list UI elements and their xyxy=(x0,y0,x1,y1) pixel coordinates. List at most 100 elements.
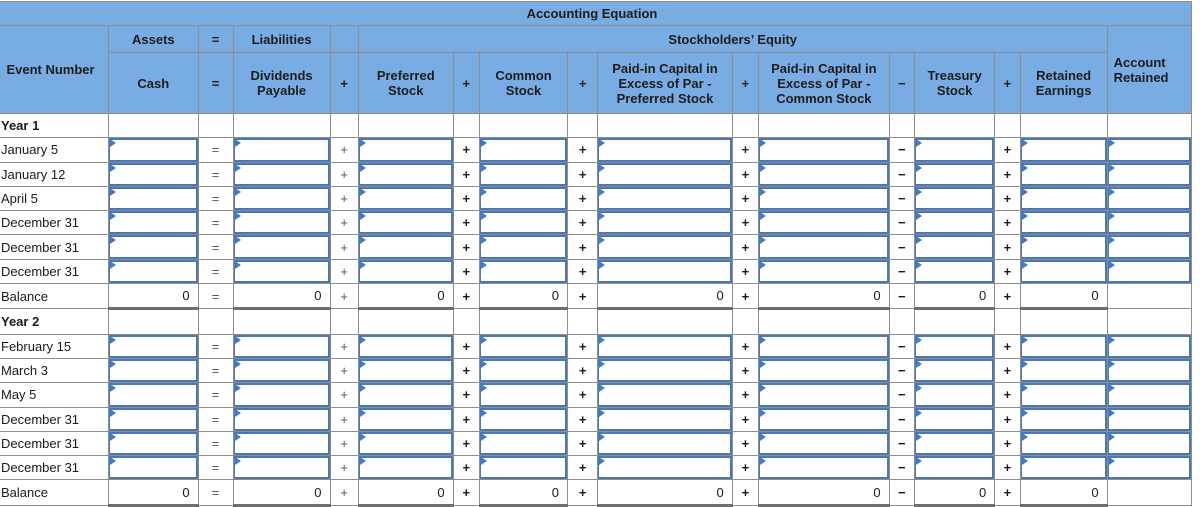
common-stock-input[interactable] xyxy=(480,260,567,283)
common-stock-cell[interactable] xyxy=(479,430,568,457)
account-retained-input[interactable] xyxy=(1108,211,1191,234)
preferred-stock-input[interactable] xyxy=(359,432,453,455)
pic-common-cell[interactable] xyxy=(758,210,890,236)
pic-preferred-cell[interactable] xyxy=(597,161,733,187)
cash-cell[interactable] xyxy=(108,234,199,260)
cash-input[interactable] xyxy=(109,432,198,455)
pic-preferred-cell[interactable] xyxy=(597,333,733,359)
common-stock-input[interactable] xyxy=(480,408,567,431)
retained-earnings-cell[interactable] xyxy=(1019,333,1108,359)
common-stock-cell[interactable] xyxy=(479,406,568,432)
dividends-payable-input[interactable] xyxy=(234,187,330,210)
account-retained-input[interactable] xyxy=(1108,187,1191,210)
cash-input[interactable] xyxy=(109,163,198,186)
pic-preferred-input[interactable] xyxy=(598,432,732,455)
preferred-stock-cell[interactable] xyxy=(357,455,454,481)
dividends-payable-input[interactable] xyxy=(234,335,330,358)
pic-preferred-cell[interactable] xyxy=(597,382,733,408)
pic-preferred-input[interactable] xyxy=(598,163,732,186)
account-retained-input[interactable] xyxy=(1108,260,1191,283)
treasury-stock-cell[interactable] xyxy=(914,406,996,432)
account-retained-cell[interactable] xyxy=(1106,161,1193,187)
cash-input[interactable] xyxy=(109,383,198,407)
dividends-payable-cell[interactable] xyxy=(232,357,331,384)
account-retained-input[interactable] xyxy=(1108,456,1191,479)
cash-cell[interactable] xyxy=(108,406,199,432)
preferred-stock-cell[interactable] xyxy=(357,137,454,163)
treasury-stock-input[interactable] xyxy=(915,383,994,407)
pic-preferred-input[interactable] xyxy=(598,335,732,358)
dividends-payable-cell[interactable] xyxy=(232,161,331,187)
dividends-payable-cell[interactable] xyxy=(232,333,331,359)
treasury-stock-input[interactable] xyxy=(915,335,994,358)
account-retained-input[interactable] xyxy=(1108,432,1191,455)
treasury-stock-cell[interactable] xyxy=(914,185,996,212)
retained-earnings-input[interactable] xyxy=(1021,211,1107,234)
treasury-stock-input[interactable] xyxy=(915,456,994,479)
dividends-payable-input[interactable] xyxy=(234,260,330,283)
account-retained-input[interactable] xyxy=(1108,138,1191,162)
common-stock-input[interactable] xyxy=(480,456,567,479)
retained-earnings-cell[interactable] xyxy=(1019,455,1108,481)
treasury-stock-input[interactable] xyxy=(915,211,994,234)
pic-preferred-cell[interactable] xyxy=(597,406,733,432)
pic-common-cell[interactable] xyxy=(758,137,890,163)
retained-earnings-input[interactable] xyxy=(1021,359,1107,382)
pic-preferred-input[interactable] xyxy=(598,235,732,259)
cash-cell[interactable] xyxy=(108,430,199,457)
common-stock-cell[interactable] xyxy=(479,382,568,408)
account-retained-cell[interactable] xyxy=(1106,333,1193,359)
cash-cell[interactable] xyxy=(108,455,199,481)
cash-cell[interactable] xyxy=(108,185,199,212)
cash-input[interactable] xyxy=(109,335,198,358)
cash-cell[interactable] xyxy=(108,210,199,236)
account-retained-cell[interactable] xyxy=(1106,430,1193,457)
retained-earnings-cell[interactable] xyxy=(1019,357,1108,384)
dividends-payable-cell[interactable] xyxy=(232,137,331,163)
pic-preferred-cell[interactable] xyxy=(597,357,733,384)
account-retained-cell[interactable] xyxy=(1106,357,1193,384)
preferred-stock-cell[interactable] xyxy=(357,357,454,384)
preferred-stock-input[interactable] xyxy=(359,235,453,259)
treasury-stock-cell[interactable] xyxy=(914,161,996,187)
common-stock-input[interactable] xyxy=(480,335,567,358)
pic-common-input[interactable] xyxy=(759,187,889,210)
pic-common-input[interactable] xyxy=(759,432,889,455)
cash-input[interactable] xyxy=(109,211,198,234)
account-retained-input[interactable] xyxy=(1108,408,1191,431)
common-stock-cell[interactable] xyxy=(479,185,568,212)
preferred-stock-input[interactable] xyxy=(359,408,453,431)
pic-common-cell[interactable] xyxy=(758,455,890,481)
pic-common-input[interactable] xyxy=(759,163,889,186)
cash-input[interactable] xyxy=(109,138,198,162)
account-retained-cell[interactable] xyxy=(1106,258,1193,285)
cash-cell[interactable] xyxy=(108,382,199,408)
cash-input[interactable] xyxy=(109,235,198,259)
pic-common-cell[interactable] xyxy=(758,357,890,384)
cash-cell[interactable] xyxy=(108,357,199,384)
pic-preferred-cell[interactable] xyxy=(597,258,733,285)
common-stock-input[interactable] xyxy=(480,235,567,259)
pic-preferred-cell[interactable] xyxy=(597,137,733,163)
pic-preferred-input[interactable] xyxy=(598,408,732,431)
pic-preferred-input[interactable] xyxy=(598,260,732,283)
cash-input[interactable] xyxy=(109,408,198,431)
dividends-payable-cell[interactable] xyxy=(232,382,331,408)
dividends-payable-input[interactable] xyxy=(234,383,330,407)
account-retained-cell[interactable] xyxy=(1106,137,1193,163)
cash-input[interactable] xyxy=(109,456,198,479)
dividends-payable-cell[interactable] xyxy=(232,406,331,432)
cash-cell[interactable] xyxy=(108,258,199,285)
account-retained-input[interactable] xyxy=(1108,335,1191,358)
account-retained-input[interactable] xyxy=(1108,235,1191,259)
dividends-payable-input[interactable] xyxy=(234,432,330,455)
pic-common-cell[interactable] xyxy=(758,382,890,408)
cash-input[interactable] xyxy=(109,187,198,210)
cash-cell[interactable] xyxy=(108,137,199,163)
retained-earnings-input[interactable] xyxy=(1021,335,1107,358)
pic-preferred-cell[interactable] xyxy=(597,455,733,481)
preferred-stock-cell[interactable] xyxy=(357,161,454,187)
preferred-stock-cell[interactable] xyxy=(357,382,454,408)
preferred-stock-cell[interactable] xyxy=(357,333,454,359)
retained-earnings-cell[interactable] xyxy=(1019,406,1108,432)
